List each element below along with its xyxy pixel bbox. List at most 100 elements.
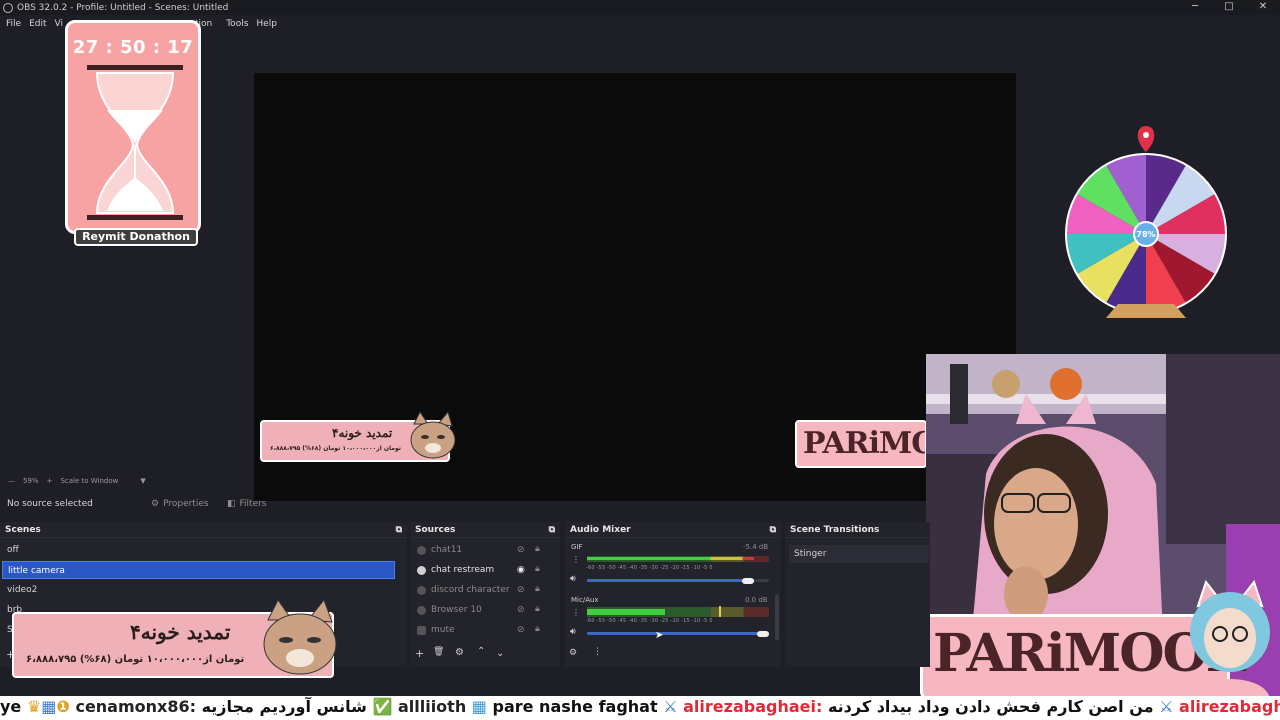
sources-dock-header: Sources ⧉ [410,522,560,538]
lock-icon[interactable]: 🔒︎ [535,544,540,554]
browser-source-icon [417,605,426,615]
menu-file[interactable]: File [6,19,21,29]
timer-background: 27 : 50 : 17 [65,20,201,234]
level-meter-fill [587,609,769,615]
window-title: OBS 32.0.2 - Profile: Untitled - Scenes:… [17,2,229,13]
trash-icon[interactable]: 🗑︎ [433,647,444,657]
volume-slider-handle[interactable] [742,578,755,584]
transition-select[interactable]: Stinger [789,545,929,563]
eye-hidden-icon[interactable]: ⊘ [517,605,525,615]
check-icon: ✅ [372,697,393,716]
eye-icon[interactable]: ◉ [517,565,525,575]
source-item-label: Browser 10 [431,605,482,615]
goal-banner-small: تمدید خونه۴ ۶،۸۸۸،۷۹۵ تومان از۱۰،۰۰۰،۰۰۰… [260,410,460,466]
chat-message: من اصن کارم فحش دادن وداد بیداد کردنه [827,697,1154,716]
mixer-menu-icon[interactable]: ⋮ [593,647,602,657]
chat-username: cenamonx86: [75,697,197,716]
speaker-icon[interactable]: 🔊︎ [570,574,576,584]
mixer-scrollbar[interactable] [775,594,779,640]
scene-item-off[interactable]: off [2,541,395,559]
properties-button[interactable]: ⚙ Properties [151,496,209,512]
source-item-label: mute [431,625,455,635]
goal-banner-large: تمدید خونه۴ ۶،۸۸۸،۷۹۵ تومان از۱۰،۰۰۰،۰۰۰… [12,598,352,680]
cat-mascot-large-icon [263,598,337,675]
channel-name: Mic/Aux [571,596,599,604]
obs-app-icon [3,2,13,13]
menu-view[interactable]: Vi [55,19,63,29]
eye-hidden-icon[interactable]: ⊘ [517,545,525,555]
source-item[interactable]: chat restream ◉ 🔒︎ [412,561,550,579]
move-up-icon[interactable]: ⌃ [477,646,485,657]
timer-label: Reymit Donathon [74,228,198,246]
dock-undock-icon[interactable]: ⧉ [396,525,402,535]
source-item[interactable]: Browser 10 ⊘ 🔒︎ [412,601,550,619]
mixer-settings-icon[interactable]: ⚙ [569,648,577,658]
minimize-button[interactable]: ─ [1178,0,1212,15]
source-item-label: chat restream [431,565,495,575]
volume-slider-fill [587,632,769,635]
gear-icon[interactable]: ⚙ [455,647,464,658]
goal-banner-small-subtitle: ۶،۸۸۸،۷۹۵ تومان از۱۰،۰۰۰،۰۰۰ تومان (۶۸%) [270,445,401,452]
scene-item-little-camera[interactable]: little camera [2,561,395,579]
scene-item-video2[interactable]: video2 [2,581,395,599]
crown-icon: ♛ [26,697,42,716]
chat-username: allliioth [397,697,467,716]
eye-hidden-icon[interactable]: ⊘ [517,625,525,635]
source-item[interactable]: discord character ⊘ 🔒︎ [412,581,550,599]
zoom-in-button[interactable]: + [47,477,53,485]
lock-icon[interactable]: 🔒︎ [535,604,540,614]
badge-icon: ▦ [41,697,57,716]
channel-db: -5.4 dB [743,543,769,551]
chat-ticker: ye ♛▦❶ cenamonx86: شانس آوردیم مجازیه ✅ … [0,696,1280,720]
scenes-dock-header: Scenes ⧉ [0,522,407,538]
move-down-icon[interactable]: ⌄ [496,648,504,659]
preview-zoom-bar: — 59% + Scale to Window ▼ [0,474,146,488]
dock-undock-icon[interactable]: ⧉ [770,525,776,535]
source-item[interactable]: mute ⊘ 🔒︎ [412,621,550,639]
close-button[interactable]: ✕ [1246,0,1280,15]
menu-edit[interactable]: Edit [29,19,46,29]
sword-icon: ⚔ [663,697,678,716]
channel-menu-icon[interactable]: ⋮ [572,555,580,564]
lock-icon[interactable]: 🔒︎ [535,564,540,574]
image-source-icon [417,625,426,635]
volume-slider-handle[interactable] [757,631,769,637]
speaker-icon[interactable]: 🔊︎ [570,627,576,637]
source-item[interactable]: chat11 ⊘ 🔒︎ [412,541,550,559]
browser-source-icon [417,545,426,555]
lock-icon[interactable]: 🔒︎ [535,584,540,594]
no-source-label: No source selected [7,499,93,509]
menu-help[interactable]: Help [256,19,277,29]
maximize-button[interactable]: □ [1212,0,1246,15]
zoom-mode-select[interactable]: Scale to Window [60,477,118,485]
anime-avatar-icon [1190,579,1270,700]
level-meter-bar [587,557,755,560]
volume-slider-fill [587,579,755,582]
donathon-timer-widget: 27 : 50 : 17 Reymit Donathon [64,20,203,246]
zoom-collapse-icon[interactable]: — [8,477,15,485]
channel-name: GIF [571,543,583,551]
add-source-button[interactable]: + [415,647,424,660]
eye-hidden-icon[interactable]: ⊘ [517,585,525,595]
chat-message: pare nashe faghat [492,697,658,716]
scene-transitions-dock: Scene Transitions [785,522,930,667]
timer-countdown: 27 : 50 : 17 [72,37,194,58]
dock-undock-icon[interactable]: ⧉ [549,525,555,535]
menu-tools[interactable]: Tools [226,19,248,29]
chevron-down-icon[interactable]: ▼ [140,477,145,485]
scene-transitions-header: Scene Transitions [785,522,930,538]
properties-button-label: Properties [163,499,209,509]
spin-wheel-widget: 78% [1065,126,1227,318]
filters-button[interactable]: ◧ Filters [227,496,267,512]
zoom-level[interactable]: 59% [23,477,39,485]
meter-scale: -60 -55 -50 -45 -40 -35 -30 -25 -20 -15 … [586,618,713,624]
hourglass-icon [87,65,183,220]
channel-menu-icon[interactable]: ⋮ [572,608,580,617]
audio-mixer-title: Audio Mixer [570,524,631,535]
chat-ticker-text: ye ♛▦❶ cenamonx86: شانس آوردیم مجازیه ✅ … [0,697,1280,716]
wheel-center-label: 78% [1136,230,1155,239]
volume-slider[interactable] [587,632,769,635]
audio-mixer-header: Audio Mixer ⧉ [565,522,781,538]
lock-icon[interactable]: 🔒︎ [535,624,540,634]
parimoon-logo-small-text: PARiMOON [803,426,925,461]
